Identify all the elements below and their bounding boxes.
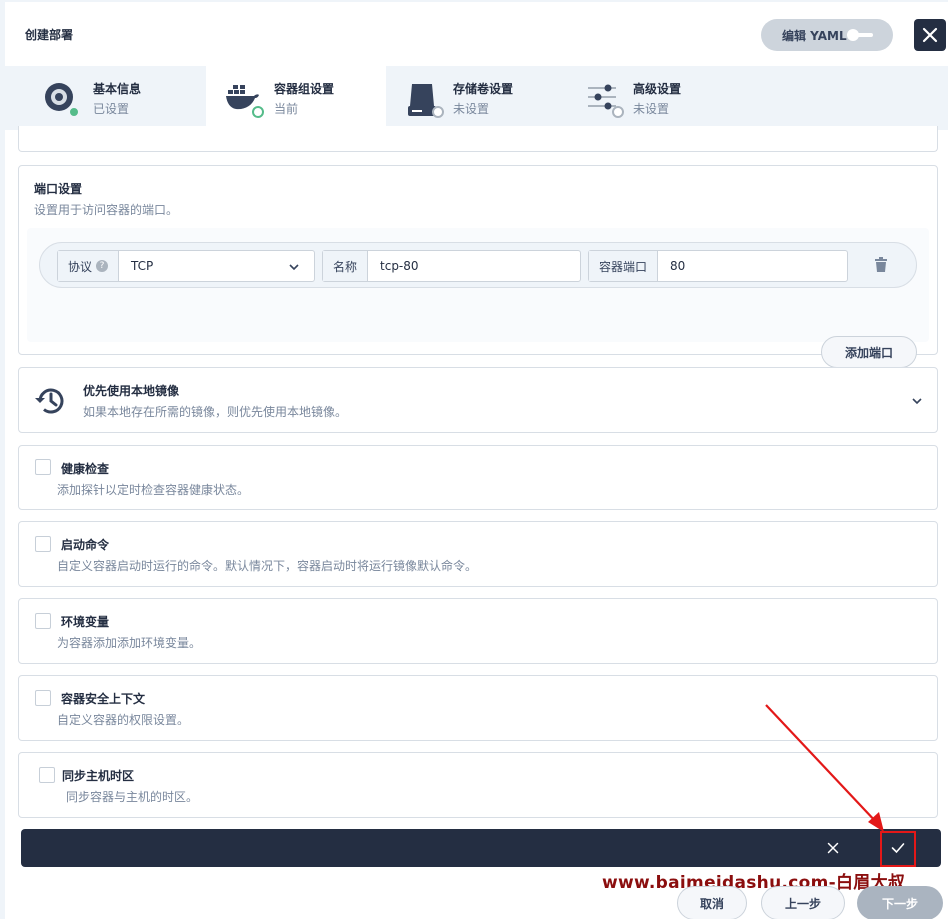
close-icon xyxy=(827,842,839,854)
step-basic-info[interactable]: 基本信息 已设置 xyxy=(6,66,186,130)
option-desc: 自定义容器的权限设置。 xyxy=(57,713,190,727)
delete-port-button[interactable] xyxy=(874,257,888,273)
option-desc: 自定义容器启动时运行的命令。默认情况下，容器启动时将运行镜像默认命令。 xyxy=(57,559,478,573)
port-settings-title: 端口设置 xyxy=(34,182,83,196)
add-port-button[interactable]: 添加端口 xyxy=(821,336,917,368)
history-clock-icon xyxy=(34,385,68,417)
startup-command-checkbox[interactable] xyxy=(35,536,51,552)
option-title: 环境变量 xyxy=(61,615,110,629)
option-title: 启动命令 xyxy=(61,538,110,552)
sync-timezone-checkbox[interactable] xyxy=(39,767,55,783)
sliders-icon xyxy=(586,80,624,118)
security-context-checkbox[interactable] xyxy=(35,690,51,706)
previous-step-button[interactable]: 上一步 xyxy=(761,886,845,919)
environment-variables-card: 环境变量 为容器添加添加环境变量。 xyxy=(18,598,938,664)
chevron-down-icon xyxy=(289,264,299,271)
prefer-local-image-title: 优先使用本地镜像 xyxy=(83,384,180,398)
port-settings-desc: 设置用于访问容器的端口。 xyxy=(34,203,179,217)
environment-variables-checkbox[interactable] xyxy=(35,613,51,629)
option-desc: 为容器添加添加环境变量。 xyxy=(57,636,202,650)
port-row: 协议 ? TCP 名称 tcp-80 容器端口 80 xyxy=(39,242,917,288)
step-name: 基本信息 xyxy=(93,82,142,96)
option-desc: 同步容器与主机的时区。 xyxy=(66,790,199,804)
settings-disc-icon xyxy=(42,80,80,118)
option-desc: 添加探针以定时检查容器健康状态。 xyxy=(57,483,250,497)
close-icon xyxy=(922,27,938,43)
container-port-input[interactable]: 80 xyxy=(658,251,847,281)
step-status: 已设置 xyxy=(93,102,130,116)
wizard-steps: 基本信息 已设置 容器组设置 当前 存储卷设置 未设置 高级设置 未设置 xyxy=(5,66,948,130)
step-status: 未设置 xyxy=(453,102,490,116)
hard-drive-icon xyxy=(406,80,444,118)
dialog-header: 创建部署 编辑 YAML xyxy=(5,2,948,66)
container-port-field[interactable]: 容器端口 80 xyxy=(588,250,848,282)
dialog-title: 创建部署 xyxy=(25,28,74,42)
page-background: 创建部署 编辑 YAML 基本信息 已设置 容器组设置 当前 存储卷设置 未设置… xyxy=(0,0,948,919)
protocol-value: TCP xyxy=(131,259,154,273)
step-pod-settings[interactable]: 容器组设置 当前 xyxy=(206,66,386,130)
port-name-label: 名称 xyxy=(323,251,369,281)
option-title: 容器安全上下文 xyxy=(61,692,146,706)
step-status: 未设置 xyxy=(633,102,670,116)
previous-section-card xyxy=(18,126,938,152)
chevron-down-icon xyxy=(912,398,922,405)
annotation-arrow-icon xyxy=(765,704,884,832)
watermark-text: www.baimeidashu.com-白眉大叔 xyxy=(602,873,906,893)
protocol-select[interactable]: 协议 ? TCP xyxy=(57,250,315,282)
health-check-checkbox[interactable] xyxy=(35,459,51,475)
port-list: 协议 ? TCP 名称 tcp-80 容器端口 80 添加端口 xyxy=(27,228,929,368)
health-check-card: 健康检查 添加探针以定时检查容器健康状态。 xyxy=(18,445,938,510)
close-button[interactable] xyxy=(914,19,946,51)
docker-whale-icon xyxy=(224,80,264,118)
step-volume-settings[interactable]: 存储卷设置 未设置 xyxy=(386,66,566,130)
port-name-input[interactable]: tcp-80 xyxy=(368,251,580,281)
protocol-label: 协议 ? xyxy=(58,251,120,281)
container-port-label: 容器端口 xyxy=(589,251,659,281)
toggle-switch-icon xyxy=(847,29,873,41)
trash-icon xyxy=(875,257,887,272)
step-status: 当前 xyxy=(274,102,299,116)
option-title: 同步主机时区 xyxy=(62,769,135,783)
option-title: 健康检查 xyxy=(61,462,110,476)
edit-yaml-label: 编辑 YAML xyxy=(782,28,847,43)
next-step-button[interactable]: 下一步 xyxy=(857,886,943,919)
step-name: 存储卷设置 xyxy=(453,82,514,96)
edit-yaml-toggle[interactable]: 编辑 YAML xyxy=(761,19,893,51)
port-name-field[interactable]: 名称 tcp-80 xyxy=(322,250,581,282)
startup-command-card: 启动命令 自定义容器启动时运行的命令。默认情况下，容器启动时将运行镜像默认命令。 xyxy=(18,521,938,587)
prefer-local-image-card[interactable]: 优先使用本地镜像 如果本地存在所需的镜像，则优先使用本地镜像。 xyxy=(18,367,938,433)
prefer-local-image-desc: 如果本地存在所需的镜像，则优先使用本地镜像。 xyxy=(83,405,348,419)
step-advanced-settings[interactable]: 高级设置 未设置 xyxy=(566,66,746,130)
help-icon[interactable]: ? xyxy=(96,260,109,272)
port-settings-card: 端口设置 设置用于访问容器的端口。 协议 ? TCP 名称 tcp-80 容器端… xyxy=(18,165,938,368)
step-name: 容器组设置 xyxy=(274,82,335,96)
step-name: 高级设置 xyxy=(633,82,682,96)
cancel-button[interactable]: 取消 xyxy=(677,886,747,919)
